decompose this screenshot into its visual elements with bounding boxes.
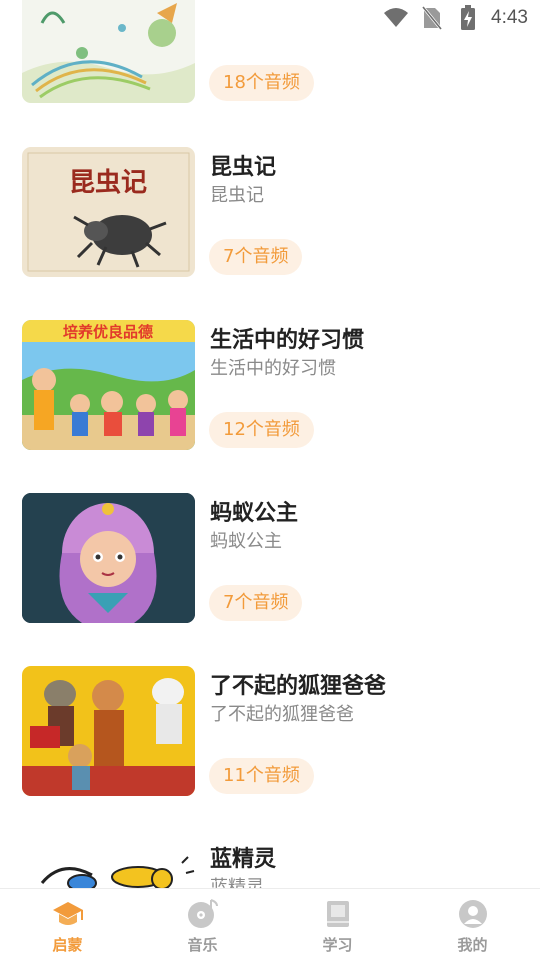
book-icon — [322, 898, 354, 930]
album-cover: 培养优良品德 — [22, 320, 195, 450]
nav-tab-music[interactable]: 音乐 — [135, 889, 270, 960]
album-cover — [22, 839, 195, 888]
audio-album-list[interactable]: 18个音频 昆虫记 昆虫记 昆虫记 7个音频 培养优良品德 生活中的好习惯 生活… — [0, 0, 540, 888]
audio-count-badge: 7个音频 — [209, 239, 303, 275]
nav-label: 我的 — [457, 936, 488, 954]
album-subtitle: 蚂蚁公主 — [210, 531, 282, 552]
list-item[interactable]: 蚂蚁公主 蚂蚁公主 7个音频 — [0, 493, 540, 623]
nav-tab-me[interactable]: 我的 — [405, 889, 540, 960]
nav-tab-study[interactable]: 学习 — [270, 889, 405, 960]
album-subtitle: 生活中的好习惯 — [210, 358, 336, 379]
album-subtitle: 昆虫记 — [210, 185, 264, 206]
bottom-navigation: 启蒙 音乐 学习 我的 — [0, 888, 540, 960]
album-title: 蚂蚁公主 — [210, 501, 299, 526]
album-cover — [22, 666, 195, 796]
no-sim-icon — [419, 5, 445, 31]
status-time: 4:43 — [491, 7, 528, 28]
audio-count-badge: 18个音频 — [209, 65, 314, 101]
audio-count-badge: 11个音频 — [209, 758, 314, 794]
battery-charging-icon — [455, 5, 481, 31]
audio-count-badge: 7个音频 — [209, 585, 303, 621]
album-cover — [22, 493, 195, 623]
album-title: 生活中的好习惯 — [210, 328, 365, 353]
nav-label: 学习 — [322, 936, 353, 954]
list-item[interactable]: 蓝精灵 蓝精灵 — [0, 839, 540, 888]
nav-label: 启蒙 — [52, 936, 83, 954]
user-icon — [457, 898, 489, 930]
nav-tab-enlightenment[interactable]: 启蒙 — [0, 889, 135, 960]
album-cover: 昆虫记 — [22, 147, 195, 277]
status-bar: 4:43 — [0, 0, 540, 36]
list-item[interactable]: 昆虫记 昆虫记 昆虫记 7个音频 — [0, 147, 540, 277]
wifi-icon — [383, 5, 409, 31]
audio-count-badge: 12个音频 — [209, 412, 314, 448]
album-subtitle: 了不起的狐狸爸爸 — [210, 704, 354, 725]
nav-label: 音乐 — [187, 936, 218, 954]
album-title: 了不起的狐狸爸爸 — [210, 674, 387, 699]
list-item[interactable]: 培养优良品德 生活中的好习惯 生活中的好习惯 12个音频 — [0, 320, 540, 450]
album-title: 昆虫记 — [210, 155, 277, 180]
list-item[interactable]: 了不起的狐狸爸爸 了不起的狐狸爸爸 11个音频 — [0, 666, 540, 796]
album-subtitle: 蓝精灵 — [210, 877, 264, 888]
cover-banner-text: 培养优良品德 — [63, 323, 153, 341]
music-disc-icon — [187, 898, 219, 930]
album-title: 蓝精灵 — [210, 847, 277, 872]
cover-title-text: 昆虫记 — [69, 168, 147, 198]
graduation-cap-icon — [52, 898, 84, 930]
